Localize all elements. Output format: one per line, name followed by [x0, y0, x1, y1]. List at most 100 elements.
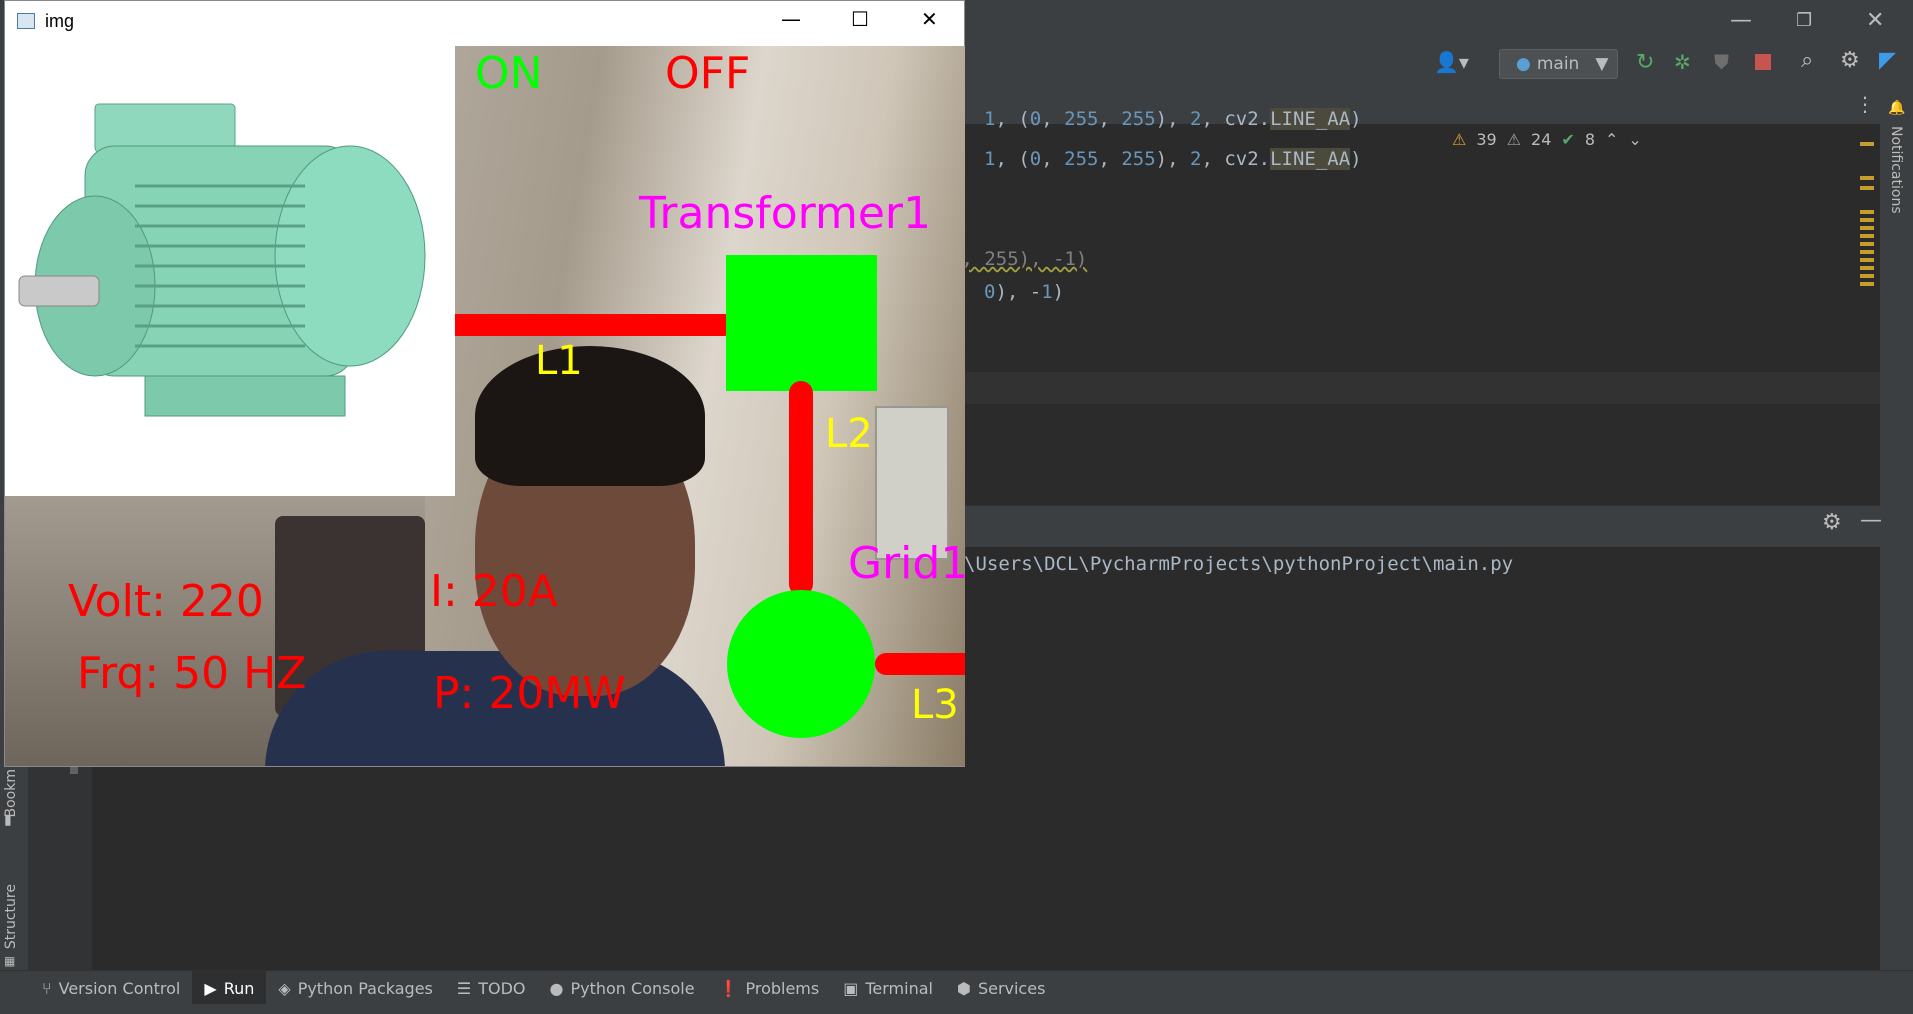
code-token: 5, 255), -1) — [950, 248, 1088, 270]
bottom-tab-label: Python Console — [570, 978, 695, 998]
code-token: 255 — [1064, 108, 1099, 130]
window-app-icon — [17, 13, 35, 29]
right-tool-strip: 🔔 Notifications — [1860, 86, 1913, 970]
code-token: , ( — [995, 108, 1030, 130]
line-l3 — [875, 653, 965, 675]
code-token: 2 — [1190, 148, 1202, 170]
bottom-tab-version-control[interactable]: ⑂ Version Control — [30, 971, 192, 1005]
code-token: , — [1041, 108, 1065, 130]
jetbrains-icon[interactable]: ◤ — [1879, 48, 1896, 73]
line-l1 — [455, 314, 735, 336]
code-token: , cv2. — [1201, 148, 1271, 170]
bookmark-icon: ▮ — [4, 812, 12, 828]
more-icon[interactable]: ⋮ — [1855, 92, 1875, 116]
coverage-icon[interactable]: ⛊ — [1714, 50, 1729, 74]
gear-icon[interactable]: ⚙ — [1822, 510, 1842, 535]
person-hair — [475, 346, 705, 486]
transformer1-box — [726, 255, 877, 391]
code-token: , ( — [995, 148, 1030, 170]
electric-motor-icon — [18, 103, 426, 417]
l1-label: L1 — [535, 338, 583, 384]
error-stripe[interactable] — [1860, 136, 1874, 456]
grid1-label: Grid1 — [848, 538, 965, 589]
stop-icon[interactable] — [1755, 54, 1771, 70]
todo-icon: ☰ — [456, 978, 472, 998]
code-token: 255 — [1064, 148, 1099, 170]
code-token: ), — [1155, 108, 1190, 130]
l2-label: L2 — [825, 411, 873, 457]
structure-tab[interactable]: Structure — [3, 884, 19, 949]
weak-warning-icon: ⚠ — [1506, 130, 1522, 149]
bottom-tab-label: Services — [977, 978, 1046, 998]
on-label: ON — [475, 48, 543, 99]
code-token: ) — [1052, 281, 1065, 303]
ide-restore-button[interactable]: ❐ — [1796, 0, 1812, 42]
img-maximize-button[interactable]: ☐ — [851, 7, 869, 31]
check-icon: ✔ — [1561, 130, 1575, 149]
bottom-tab-label: TODO — [478, 978, 526, 998]
img-minimize-button[interactable]: — — [781, 7, 801, 31]
code-token: 1 — [984, 148, 996, 170]
bookmarks-tab[interactable]: Bookm — [3, 769, 19, 817]
code-token: 2 — [1190, 108, 1202, 130]
gear-icon[interactable]: ⚙ — [1840, 48, 1860, 73]
search-icon[interactable]: ⌕ — [1801, 48, 1813, 73]
services-icon: ⬢ — [956, 978, 971, 998]
code-token: ) — [1350, 108, 1362, 130]
transformer1-label: Transformer1 — [639, 188, 932, 239]
code-token: 1 — [984, 108, 996, 130]
code-token: ) — [1350, 148, 1362, 170]
user-icon[interactable]: 👤▾ — [1434, 50, 1469, 74]
code-token: ), - — [995, 281, 1042, 303]
code-line: 0), -1) — [984, 281, 1064, 303]
ok-count: 8 — [1584, 130, 1595, 149]
rerun-icon[interactable]: ↻ — [1636, 50, 1654, 75]
bottom-tab-label: Problems — [745, 978, 820, 998]
bottom-tab-label: Version Control — [58, 978, 181, 998]
line-l2 — [789, 381, 813, 596]
bottom-tab-terminal[interactable]: ▣ Terminal — [831, 971, 945, 1005]
power-readout: P: 20MW — [433, 668, 626, 719]
code-token: , — [1098, 108, 1122, 130]
code-token: 0 — [1029, 148, 1042, 170]
terminal-icon: ▣ — [843, 978, 859, 998]
code-token: 0 — [984, 281, 996, 303]
chevron-up-icon[interactable]: ⌃ — [1605, 130, 1618, 149]
current-readout: I: 20A — [430, 566, 558, 617]
img-close-button[interactable]: ✕ — [921, 7, 938, 31]
run-config-selector[interactable]: ● main ▼ — [1499, 49, 1618, 79]
img-titlebar[interactable]: img — ☐ ✕ — [5, 1, 964, 45]
bottom-tab-label: Terminal — [865, 978, 933, 998]
bottom-tab-python-console[interactable]: ● Python Console — [538, 971, 707, 1005]
inspection-widget[interactable]: ⚠ 39 ⚠ 24 ✔ 8 ⌃ ⌄ — [1452, 130, 1642, 149]
img-canvas: ON OFF Transformer1 L1 L2 Grid1 L3 Volt:… — [5, 46, 965, 766]
branch-icon: ⑂ — [42, 978, 52, 998]
bottom-tab-run[interactable]: ▶ Run — [192, 971, 267, 1005]
ide-minimize-button[interactable]: — — [1730, 0, 1752, 42]
frequency-readout: Frq: 50 HZ — [77, 648, 307, 699]
code-token: 255 — [1121, 108, 1156, 130]
python-icon: ● — [1516, 54, 1531, 74]
code-token: LINE_AA — [1270, 148, 1351, 170]
grid1-circle — [727, 590, 875, 738]
ide-close-button[interactable]: ✕ — [1866, 0, 1884, 42]
chevron-down-icon: ▼ — [1595, 54, 1609, 74]
code-token: , — [1098, 148, 1122, 170]
bell-icon: 🔔 — [1888, 100, 1906, 116]
bottom-tab-problems[interactable]: ❗ Problems — [707, 971, 832, 1005]
code-line: 1, (0, 255, 255), 2, cv2.LINE_AA) — [984, 108, 1362, 130]
img-window[interactable]: img — ☐ ✕ ON OFF Transformer1 L1 L2 Grid… — [4, 0, 965, 767]
chevron-down-icon[interactable]: ⌄ — [1628, 130, 1641, 149]
bottom-tab-services[interactable]: ⬢ Services — [945, 971, 1057, 1005]
bottom-tab-todo[interactable]: ☰ TODO — [445, 971, 538, 1005]
code-token: LINE_AA — [1270, 108, 1351, 130]
hide-panel-icon[interactable]: — — [1860, 508, 1882, 533]
bottom-tab-python-packages[interactable]: ◈ Python Packages — [266, 971, 445, 1005]
problems-icon: ❗ — [718, 978, 739, 998]
off-label: OFF — [665, 48, 751, 99]
bottom-tab-label: Python Packages — [297, 978, 433, 998]
warning-icon: ⚠ — [1452, 130, 1467, 149]
debug-icon[interactable]: ✲ — [1674, 50, 1691, 74]
notifications-tab[interactable]: Notifications — [1888, 126, 1904, 214]
warning-count: 39 — [1476, 130, 1497, 149]
